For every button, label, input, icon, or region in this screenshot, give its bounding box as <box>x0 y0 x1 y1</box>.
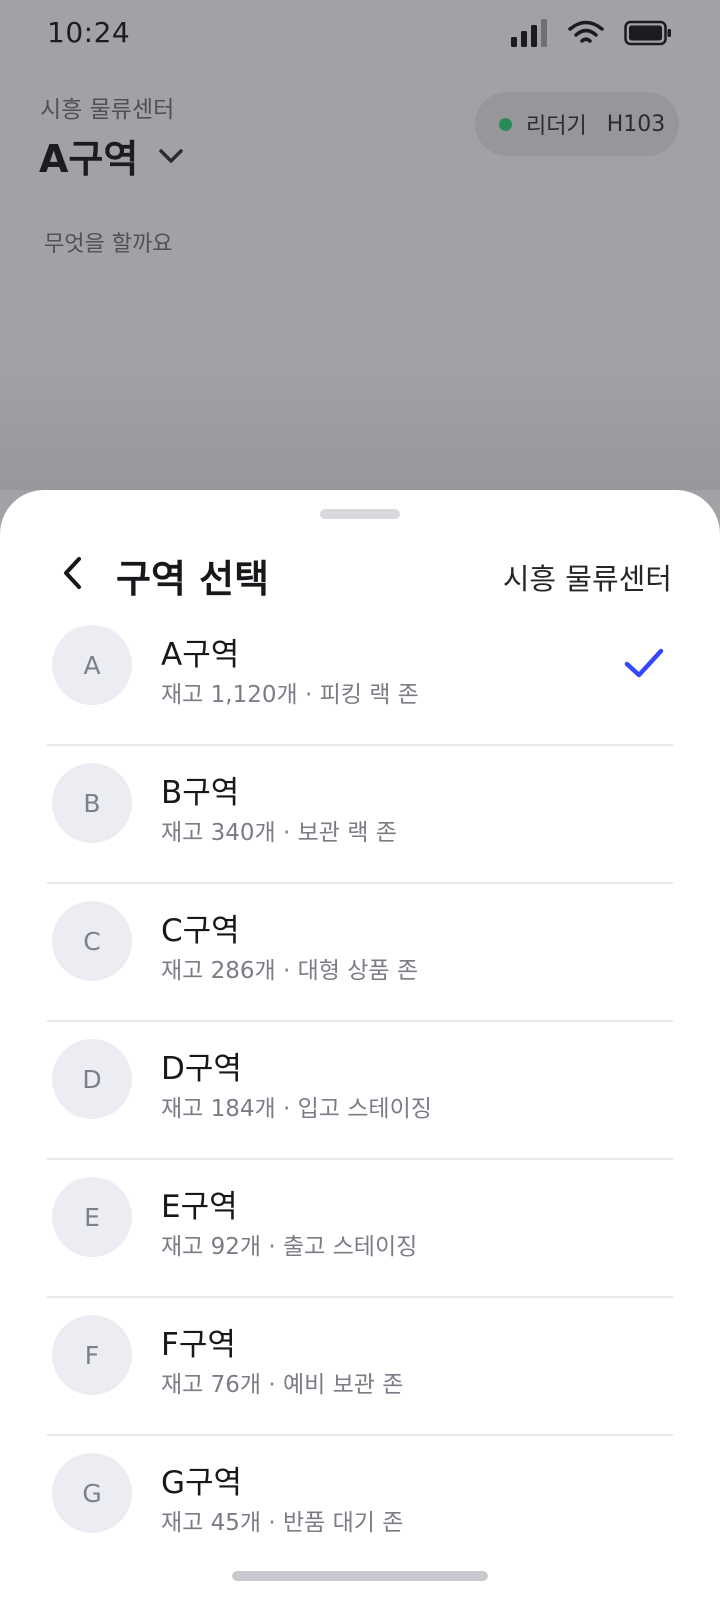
zone-description: 재고 92개 · 출고 스테이징 <box>161 1234 418 1260</box>
status-bar: 10:24 <box>0 0 720 70</box>
device-code: H103 <box>606 111 666 137</box>
device-label: 리더기 <box>526 114 587 139</box>
zone-item-a[interactable]: A A구역 재고 1,120개 · 피킹 랙 존 <box>47 608 673 746</box>
status-time: 10:24 <box>47 16 131 49</box>
zone-description: 재고 1,120개 · 피킹 랙 존 <box>161 682 419 708</box>
zone-avatar: B <box>52 763 132 843</box>
sheet-header: 구역 선택 시흥 물류센터 <box>0 538 720 608</box>
zone-item-b[interactable]: B B구역 재고 340개 · 보관 랙 존 <box>47 746 673 884</box>
zone-dropdown[interactable]: A구역 <box>39 128 184 183</box>
zone-select-sheet: 구역 선택 시흥 물류센터 A A구역 재고 1,120개 · 피킹 랙 존 B… <box>0 490 720 1600</box>
zone-description: 재고 286개 · 대형 상품 존 <box>161 958 419 984</box>
zone-item-d[interactable]: D D구역 재고 184개 · 입고 스테이징 <box>47 1022 673 1160</box>
zone-avatar: F <box>52 1315 132 1395</box>
zone-name: B구역 <box>161 775 240 811</box>
sheet-center-name: 시흥 물류센터 <box>502 562 672 596</box>
zone-description: 재고 76개 · 예비 보관 존 <box>161 1372 404 1398</box>
zone-avatar: E <box>52 1177 132 1257</box>
chevron-down-icon <box>159 148 184 163</box>
zone-avatar: C <box>52 901 132 981</box>
zone-avatar: D <box>52 1039 132 1119</box>
battery-icon <box>624 20 671 46</box>
zone-description: 재고 340개 · 보관 랙 존 <box>161 820 397 846</box>
zone-item-g[interactable]: G G구역 재고 45개 · 반품 대기 존 <box>47 1436 673 1574</box>
sheet-grabber[interactable] <box>320 509 400 519</box>
device-status-pill[interactable]: 리더기 H103 <box>475 92 679 156</box>
home-indicator[interactable] <box>232 1571 488 1581</box>
zone-name: F구역 <box>161 1327 236 1363</box>
zone-avatar: G <box>52 1453 132 1533</box>
connected-dot-icon <box>499 117 512 131</box>
current-zone-title: A구역 <box>39 137 139 181</box>
zone-name: D구역 <box>161 1051 242 1087</box>
cellular-signal-icon <box>511 19 547 47</box>
zone-name: G구역 <box>161 1465 243 1501</box>
zone-item-e[interactable]: E E구역 재고 92개 · 출고 스테이징 <box>47 1160 673 1298</box>
wifi-icon <box>568 20 604 43</box>
status-icons <box>510 18 672 48</box>
zone-item-c[interactable]: C C구역 재고 286개 · 대형 상품 존 <box>47 884 673 1022</box>
action-prompt: 무엇을 할까요 <box>44 232 173 257</box>
zone-item-f[interactable]: F F구역 재고 76개 · 예비 보관 존 <box>47 1298 673 1436</box>
scrim <box>0 360 720 490</box>
zone-name: E구역 <box>161 1189 238 1225</box>
checkmark-icon <box>624 648 664 678</box>
center-name: 시흥 물류센터 <box>40 97 175 123</box>
zone-name: C구역 <box>161 913 240 949</box>
chevron-left-icon <box>64 557 81 589</box>
zone-name: A구역 <box>161 637 240 673</box>
zone-description: 재고 184개 · 입고 스테이징 <box>161 1096 432 1122</box>
zone-list: A A구역 재고 1,120개 · 피킹 랙 존 B B구역 재고 340개 ·… <box>47 608 673 1574</box>
sheet-title: 구역 선택 <box>116 557 270 601</box>
zone-avatar: A <box>52 625 132 705</box>
back-button[interactable] <box>52 548 92 598</box>
zone-description: 재고 45개 · 반품 대기 존 <box>161 1510 404 1536</box>
